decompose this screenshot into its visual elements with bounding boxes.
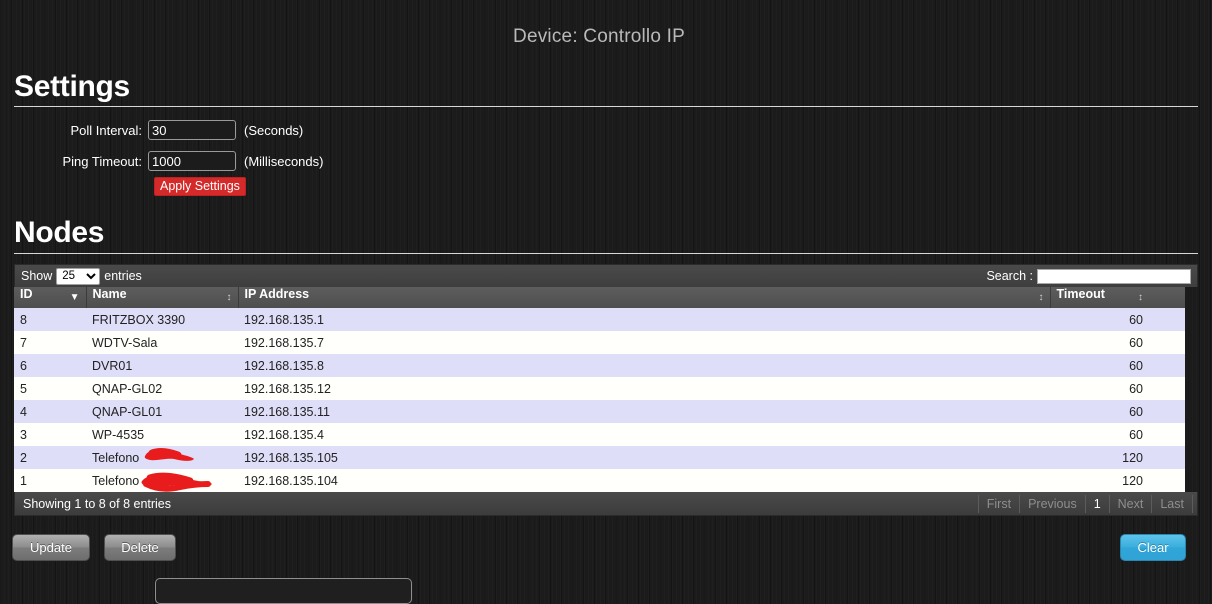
search-label: Search : [986,269,1033,283]
page-length-control: Show 102550100 entries [21,267,142,285]
cell-timeout: 60 [1050,331,1185,354]
update-button[interactable]: Update [12,534,90,561]
pagination-1[interactable]: 1 [1084,494,1109,513]
cell-ip-address: 192.168.135.4 [238,423,1050,446]
cell-id: 1 [14,469,86,492]
cell-timeout: 60 [1050,423,1185,446]
sort-indicator-name: ↕ [226,292,232,303]
clear-button[interactable]: Clear [1120,534,1186,561]
cell-timeout: 60 [1050,400,1185,423]
column-label-ip: IP Address [244,287,310,301]
table-header-row: ID ▼ Name ↕ IP Address ↕ Timeout ↕ [14,287,1185,308]
table-row[interactable]: 6 DVR01 192.168.135.8 60 [14,354,1185,377]
nodes-table: ID ▼ Name ↕ IP Address ↕ Timeout ↕ 8 FRI… [14,287,1185,492]
table-head: ID ▼ Name ↕ IP Address ↕ Timeout ↕ [14,287,1185,308]
cell-ip-address: 192.168.135.1 [238,308,1050,331]
pagination-previous[interactable]: Previous [1019,494,1085,513]
column-header-name[interactable]: Name ↕ [86,287,239,308]
cell-name: FRITZBOX 3390 [86,308,238,331]
entries-label: entries [104,269,142,283]
page-title: Device: Controllo IP [513,26,685,47]
delete-button[interactable]: Delete [104,534,176,561]
pagination: First Previous 1 Next Last [977,494,1193,513]
table-row[interactable]: 4 QNAP-GL01 192.168.135.11 60 [14,400,1185,423]
cell-name: Telefono [86,469,238,492]
cell-id: 2 [14,446,86,469]
table-row[interactable]: 1 Telefono 192.168.135.104 120 [14,469,1185,492]
cell-id: 5 [14,377,86,400]
search-input[interactable] [1037,268,1191,284]
column-label-id: ID [20,287,33,301]
cell-name: QNAP-GL02 [86,377,238,400]
cell-name: WP-4535 [86,423,238,446]
cell-ip-address: 192.168.135.105 [238,446,1050,469]
sort-indicator-timeout: ↕ [1138,292,1143,303]
datatable-footer: Showing 1 to 8 of 8 entries First Previou… [14,492,1198,516]
pagination-first[interactable]: First [977,494,1019,513]
cell-id: 7 [14,331,86,354]
bottom-partial-panel[interactable] [155,578,412,604]
cell-name: QNAP-GL01 [86,400,238,423]
pagination-last[interactable]: Last [1151,494,1193,513]
datatable-toolbar: Show 102550100 entries Search : [14,264,1198,287]
pagination-next[interactable]: Next [1108,494,1152,513]
ping-timeout-input[interactable] [148,151,236,171]
cell-timeout: 60 [1050,354,1185,377]
table-row[interactable]: 7 WDTV-Sala 192.168.135.7 60 [14,331,1185,354]
table-row[interactable]: 2 Telefono 192.168.135.105 120 [14,446,1185,469]
cell-timeout: 60 [1050,377,1185,400]
cell-ip-address: 192.168.135.104 [238,469,1050,492]
redaction-mark [138,471,218,493]
poll-interval-input[interactable] [148,120,236,140]
cell-id: 8 [14,308,86,331]
poll-interval-row: Poll Interval: (Seconds) [0,119,303,141]
cell-ip-address: 192.168.135.11 [238,400,1050,423]
poll-interval-unit: (Seconds) [244,122,304,138]
cell-timeout: 120 [1050,469,1185,492]
column-header-id[interactable]: ID ▼ [14,287,87,308]
cell-name: DVR01 [86,354,238,377]
nodes-datatable: Show 102550100 entries Search : ID ▼ Nam… [14,264,1198,516]
cell-id: 6 [14,354,86,377]
app-page: Device: Controllo IP Settings Poll Inter… [0,0,1212,604]
column-header-timeout[interactable]: Timeout ↕ [1050,287,1185,308]
cell-id: 3 [14,423,86,446]
ping-timeout-label: Ping Timeout: [62,153,143,169]
settings-heading: Settings [14,70,130,103]
ping-timeout-unit: (Milliseconds) [244,153,324,169]
cell-timeout: 120 [1050,446,1185,469]
table-row[interactable]: 5 QNAP-GL02 192.168.135.12 60 [14,377,1185,400]
sort-indicator-id: ▼ [69,292,80,303]
table-body: 8 FRITZBOX 3390 192.168.135.1 60 7 WDTV-Sala 1… [14,308,1185,492]
cell-ip-address: 192.168.135.8 [238,354,1050,377]
redaction-mark [142,447,202,465]
poll-interval-label: Poll Interval: [70,122,142,138]
cell-ip-address: 192.168.135.12 [238,377,1050,400]
cell-ip-address: 192.168.135.7 [238,331,1050,354]
cell-name: Telefono [86,446,238,469]
column-label-timeout: Timeout [1056,287,1105,301]
column-label-name: Name [92,287,127,301]
nodes-divider [14,253,1198,254]
table-row[interactable]: 8 FRITZBOX 3390 192.168.135.1 60 [14,308,1185,331]
search-control: Search : [986,268,1191,284]
settings-divider [14,106,1198,107]
cell-name: WDTV-Sala [86,331,238,354]
nodes-heading: Nodes [14,216,105,249]
ping-timeout-row: Ping Timeout: (Milliseconds) [0,150,323,172]
sort-indicator-ip: ↕ [1038,292,1044,303]
entries-info: Showing 1 to 8 of 8 entries [23,496,172,511]
page-length-select[interactable]: 102550100 [56,267,101,285]
table-row[interactable]: 3 WP-4535 192.168.135.4 60 [14,423,1185,446]
apply-settings-button[interactable]: Apply Settings [154,177,246,196]
column-header-ip[interactable]: IP Address ↕ [238,287,1051,308]
cell-id: 4 [14,400,86,423]
cell-timeout: 60 [1050,308,1185,331]
show-label: Show [21,269,53,283]
